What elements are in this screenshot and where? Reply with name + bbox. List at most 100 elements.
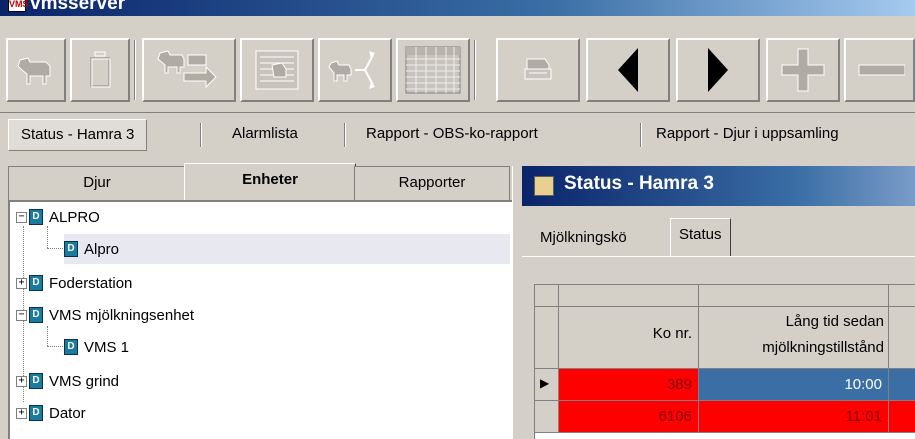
printer-icon [524, 58, 552, 80]
device-icon: D [29, 373, 43, 389]
cell-lang-tid[interactable]: 11:01 [699, 401, 889, 433]
cell-text: 10:00 [844, 376, 882, 393]
tree-node-label: VMS 1 [84, 338, 130, 356]
window-tab-bar: Status - Hamra 3 Alarmlista Rapport - OB… [0, 112, 915, 154]
device-icon: D [64, 241, 78, 257]
device-icon: D [29, 275, 43, 291]
cell-text: 11:01 [845, 408, 882, 425]
expand-icon[interactable]: + [16, 277, 27, 289]
tab-mjolkningsko[interactable]: Mjölkningskö [532, 222, 635, 256]
cow-branch-icon [328, 51, 375, 89]
add-button[interactable] [766, 38, 840, 102]
tree-node-label: VMS grind [49, 372, 120, 390]
cow-list-button[interactable] [240, 38, 314, 102]
device-icon: D [29, 307, 43, 323]
cow-button[interactable] [6, 38, 66, 102]
device-tree: − D ALPRO D Alpro + D Foderstation − D V… [8, 200, 512, 439]
collapse-icon[interactable]: − [16, 211, 27, 223]
minus-icon [858, 64, 905, 76]
tree-connector [47, 346, 63, 347]
column-header-ko-nr[interactable]: Ko nr. [559, 307, 699, 369]
row-pointer[interactable]: ▶ [535, 369, 559, 401]
tree-node-foderstation[interactable]: + D Foderstation [16, 268, 132, 298]
table-window-icon [534, 176, 554, 196]
tab-djur[interactable]: Djur [8, 166, 186, 200]
grid-table-button[interactable] [396, 38, 470, 102]
cell-ko-nr[interactable]: 389 [559, 369, 699, 401]
tab-status[interactable]: Status [670, 218, 731, 256]
print-button[interactable] [496, 38, 580, 102]
row-pointer-icon: ▶ [540, 376, 550, 390]
delete-button[interactable] [70, 38, 130, 102]
previous-button[interactable] [586, 38, 670, 102]
tree-node-alpro[interactable]: − D ALPRO [16, 202, 100, 232]
tab-underline [522, 256, 915, 257]
cow-branch-button[interactable] [318, 38, 392, 102]
expand-icon[interactable]: + [16, 407, 27, 419]
tree-connector [47, 248, 63, 249]
cell-ko-nr[interactable]: 6106 [559, 401, 699, 433]
tree-node-label: VMS mjölkningsenhet [49, 306, 195, 324]
plus-icon [781, 48, 825, 92]
column-header-lang-tid[interactable]: Lång tid sedan mjölkningstillstånd [699, 307, 889, 369]
tab-separator [200, 123, 202, 147]
window-tab-obs-rapport[interactable]: Rapport - OBS-ko-rapport [354, 119, 550, 151]
arrow-left-icon [618, 48, 638, 92]
tree-node-vms-mjolkningsenhet[interactable]: − D VMS mjölkningsenhet [16, 300, 194, 330]
table-header-spacer [559, 285, 699, 307]
collapse-icon[interactable]: − [16, 309, 27, 321]
toolbar-separator [134, 40, 136, 100]
tree-node-vms-1[interactable]: D VMS 1 [64, 332, 129, 362]
table-cell[interactable] [889, 401, 915, 433]
status-window-title-bar[interactable]: Status - Hamra 3 [522, 166, 915, 206]
table-header-spacer [889, 285, 915, 307]
tree-node-vms-grind[interactable]: + D VMS grind [16, 366, 119, 396]
device-icon: D [29, 209, 43, 225]
trash-icon [90, 51, 111, 88]
column-header-label: mjölkningstillstånd [762, 339, 884, 356]
device-icon: D [64, 339, 78, 355]
remove-button[interactable] [844, 38, 915, 102]
row-pointer[interactable] [535, 401, 559, 433]
toolbar-separator [474, 40, 476, 100]
table-cell[interactable] [889, 369, 915, 401]
navigator-panel: Djur Enheter Rapporter − D ALPRO D Alpro… [8, 163, 512, 439]
status-window-title: Status - Hamra 3 [564, 173, 714, 194]
arrow-right-icon [708, 48, 728, 92]
tab-separator [344, 123, 346, 147]
tab-enheter[interactable]: Enheter [184, 163, 356, 200]
cell-text: 6106 [658, 408, 692, 425]
tree-node-label: ALPRO [49, 208, 100, 226]
tree-node-dator[interactable]: + D Dator [16, 398, 86, 428]
column-header-label: Lång tid sedan [785, 313, 884, 330]
window-tab-alarmlista[interactable]: Alarmlista [220, 119, 310, 151]
cell-text: 389 [666, 376, 692, 393]
status-table: Ko nr. Lång tid sedan mjölkningstillstån… [534, 284, 915, 439]
cell-lang-tid[interactable]: 10:00 [699, 369, 889, 401]
grid-table-icon [405, 46, 461, 94]
vms-logo: VMS [8, 0, 29, 12]
main-toolbar [0, 30, 915, 110]
tree-node-alpro-child[interactable]: D Alpro [64, 234, 510, 264]
tab-separator [640, 123, 642, 147]
tree-node-label: Foderstation [49, 274, 133, 292]
tree-node-label: Alpro [84, 240, 120, 258]
cow-icon [17, 57, 51, 85]
app-title-bar: VMS vmsserver [0, 0, 915, 16]
next-button[interactable] [676, 38, 760, 102]
cow-move-icon [157, 50, 217, 89]
expand-icon[interactable]: + [16, 375, 27, 387]
window-tab-status-hamra[interactable]: Status - Hamra 3 [8, 119, 148, 151]
column-header-next[interactable] [889, 307, 915, 369]
table-header-spacer [699, 285, 889, 307]
tree-node-label: Dator [49, 404, 86, 422]
row-header [535, 307, 559, 369]
app-title: vmsserver [30, 0, 126, 14]
window-tab-djur-uppsamling[interactable]: Rapport - Djur i uppsamling [644, 119, 851, 151]
tab-rapporter[interactable]: Rapporter [354, 166, 510, 200]
status-window: Status - Hamra 3 Mjölkningskö Status Ko … [522, 166, 915, 439]
panel-splitter[interactable] [512, 166, 522, 439]
move-cow-button[interactable] [142, 38, 236, 102]
cow-list-icon [255, 50, 299, 90]
column-header-label: Ko nr. [652, 325, 692, 342]
